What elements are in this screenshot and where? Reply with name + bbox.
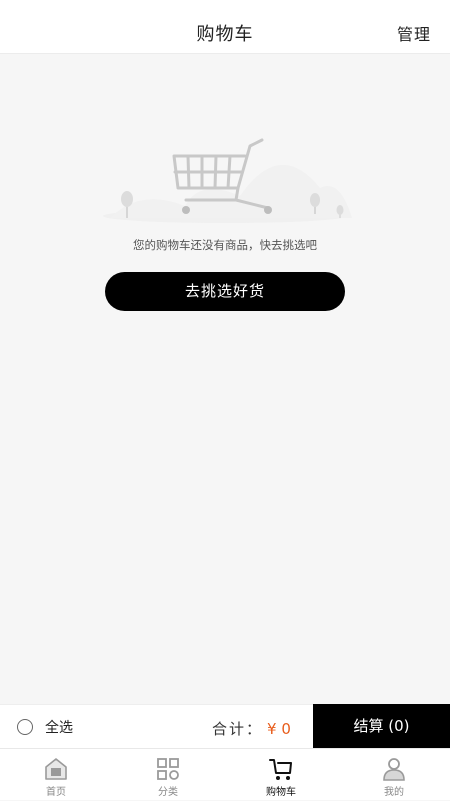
checkout-button[interactable]: 结算 (0) [313, 704, 450, 749]
top-header: 购物车 管理 [0, 0, 450, 54]
bottom-tab-bar: 首页 分类 购物车 我的 [0, 748, 450, 800]
select-all-label: 全选 [45, 720, 73, 736]
empty-cart-illustration [103, 138, 352, 223]
page-title: 购物车 [196, 24, 254, 45]
profile-icon [383, 758, 405, 781]
tab-profile[interactable]: 我的 [338, 749, 450, 801]
manage-button[interactable]: 管理 [397, 21, 431, 45]
category-icon [157, 758, 179, 780]
total-price: 合计： ¥ 0 [212, 718, 291, 739]
tab-cart[interactable]: 购物车 [225, 749, 337, 801]
go-shopping-button[interactable]: 去挑选好货 [105, 272, 345, 311]
cart-icon [269, 759, 292, 780]
tab-cart-label: 购物车 [266, 787, 296, 798]
empty-cart-message: 您的购物车还没有商品，快去挑选吧 [133, 238, 317, 252]
checkout-bar: 全选 合计： ¥ 0 结算 (0) [0, 704, 450, 749]
tab-category-label: 分类 [158, 787, 178, 798]
select-all-toggle[interactable]: 全选 [17, 717, 73, 737]
tab-home-label: 首页 [46, 787, 66, 798]
home-icon [45, 758, 67, 780]
total-amount: ¥ 0 [267, 720, 291, 738]
total-label: 合计： [212, 720, 264, 738]
tab-category[interactable]: 分类 [112, 749, 224, 801]
tab-profile-label: 我的 [384, 787, 404, 798]
tab-home[interactable]: 首页 [0, 749, 112, 801]
select-all-radio-icon[interactable] [17, 719, 33, 735]
